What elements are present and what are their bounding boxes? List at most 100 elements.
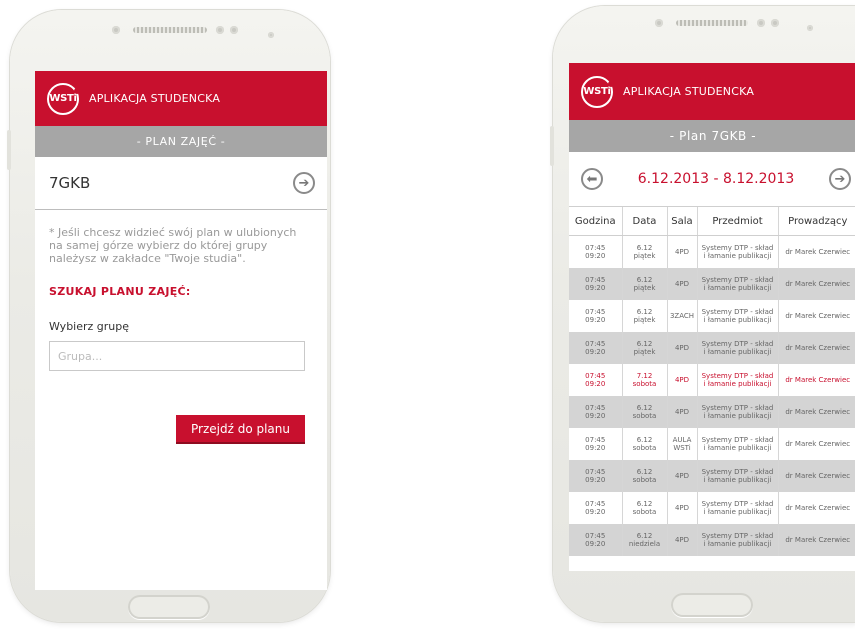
sensor-dot <box>757 19 765 27</box>
table-row[interactable]: 07:45 09:20 6.12 sobota AULA WSTi Systemy DTP … <box>569 428 855 460</box>
cell-room: 4PD <box>667 268 698 300</box>
col-header-subject[interactable]: Przedmiot <box>697 207 779 236</box>
cell-subject-text: Systemy DTP - skład <box>701 372 774 380</box>
cell-date-text: 6.12 <box>636 340 653 348</box>
cell-date: 6.12 piątek <box>622 300 668 332</box>
table-row[interactable]: 07:45 09:20 6.12 piątek 4PD Systemy DTP - skł… <box>569 235 855 269</box>
cell-date-text: 6.12 <box>636 404 653 412</box>
cell-room-text: WSTi <box>673 444 691 452</box>
cell-hour-text: 09:20 <box>585 348 606 356</box>
cell-subject: Systemy DTP - skład i łamanie publikacji <box>697 428 779 460</box>
table-row[interactable]: 07:45 09:20 6.12 niedziela 4PD Systemy DTP - … <box>569 524 855 556</box>
cell-room-text: 3ZACH <box>669 312 695 320</box>
cell-hour: 07:45 09:20 <box>569 492 623 524</box>
screen-right: WSTi APLIKACJA STUDENCKA - Plan 7GKB - ⬅… <box>569 63 855 571</box>
cell-subject-text: Systemy DTP - skład <box>701 340 774 348</box>
table-row[interactable]: 07:45 09:20 6.12 sobota 4PD Systemy DTP - skł… <box>569 492 855 524</box>
cell-subject-text: Systemy DTP - skład <box>701 468 774 476</box>
select-group-label: Wybierz grupę <box>49 320 130 333</box>
cell-date: 6.12 piątek <box>622 268 668 300</box>
cell-hour-text: 07:45 <box>585 404 606 412</box>
arrow-right-circle-icon[interactable]: ➔ <box>293 172 315 194</box>
cell-room-text: AULA <box>672 436 692 444</box>
volume-button <box>550 126 554 166</box>
cell-date-text: sobota <box>632 380 657 388</box>
cell-subject: Systemy DTP - skład i łamanie publikacji <box>697 396 779 428</box>
cell-subject: Systemy DTP - skład i łamanie publikacji <box>697 268 779 300</box>
wsti-logo[interactable]: WSTi <box>581 75 614 108</box>
cell-subject-text: i łamanie publikacji <box>703 252 772 260</box>
cell-subject-text: i łamanie publikacji <box>703 284 772 292</box>
arrow-left-circle-icon[interactable]: ⬅ <box>581 168 603 190</box>
cell-hour: 07:45 09:20 <box>569 364 623 396</box>
cell-room: 4PD <box>667 460 698 492</box>
cell-date-text: sobota <box>632 508 657 516</box>
cell-teacher-text: dr Marek Czerwiec <box>785 440 851 448</box>
cell-subject-text: i łamanie publikacji <box>703 380 772 388</box>
cell-hour-text: 07:45 <box>585 276 606 284</box>
phone-left: WSTi APLIKACJA STUDENCKA - PLAN ZAJĘĆ - … <box>7 10 330 622</box>
cell-room: 4PD <box>667 524 698 556</box>
table-row[interactable]: 07:45 09:20 6.12 sobota 4PD Systemy DTP - skł… <box>569 460 855 492</box>
arrow-right-circle-icon[interactable]: ➔ <box>829 168 851 190</box>
cell-subject-text: i łamanie publikacji <box>703 348 772 356</box>
cell-date-text: 6.12 <box>636 308 653 316</box>
cell-hour-text: 09:20 <box>585 412 606 420</box>
col-header-room[interactable]: Sala <box>667 207 698 236</box>
cell-subject-text: Systemy DTP - skład <box>701 244 774 252</box>
screen-left: WSTi APLIKACJA STUDENCKA - PLAN ZAJĘĆ - … <box>35 71 327 590</box>
earpiece <box>676 20 748 26</box>
front-camera <box>655 19 663 27</box>
cell-teacher: dr Marek Czerwiec <box>778 524 855 556</box>
search-heading: SZUKAJ PLANU ZAJĘĆ: <box>49 285 191 298</box>
earpiece <box>133 27 207 33</box>
cell-teacher: dr Marek Czerwiec <box>778 332 855 364</box>
group-search-input[interactable] <box>49 341 305 371</box>
col-header-hour[interactable]: Godzina <box>569 207 623 236</box>
cell-teacher-text: dr Marek Czerwiec <box>785 536 851 544</box>
cell-teacher-text: dr Marek Czerwiec <box>785 376 851 384</box>
cell-subject-text: Systemy DTP - skład <box>701 308 774 316</box>
cell-subject-text: i łamanie publikacji <box>703 476 772 484</box>
table-row[interactable]: 07:45 09:20 7.12 sobota 4PD Systemy DTP - skł… <box>569 364 855 396</box>
cell-hour-text: 07:45 <box>585 436 606 444</box>
col-header-date[interactable]: Data <box>622 207 668 236</box>
cell-teacher: dr Marek Czerwiec <box>778 300 855 332</box>
cell-date-text: 6.12 <box>636 500 653 508</box>
sensor-dot <box>771 19 779 27</box>
cell-hour: 07:45 09:20 <box>569 300 623 332</box>
app-title: APLIKACJA STUDENCKA <box>623 85 755 98</box>
cell-subject-text: Systemy DTP - skład <box>701 436 774 444</box>
table-row[interactable]: 07:45 09:20 6.12 sobota 4PD Systemy DTP - skł… <box>569 396 855 428</box>
cell-room-text: 4PD <box>674 344 690 352</box>
wsti-logo[interactable]: WSTi <box>47 82 80 115</box>
cell-date-text: sobota <box>632 412 657 420</box>
cell-room: 4PD <box>667 396 698 428</box>
cell-subject: Systemy DTP - skład i łamanie publikacji <box>697 460 779 492</box>
cell-date: 6.12 piątek <box>622 235 668 268</box>
cell-room-text: 4PD <box>674 248 690 256</box>
cell-room-text: 4PD <box>674 504 690 512</box>
table-row[interactable]: 07:45 09:20 6.12 piątek 3ZACH Systemy DTP - s… <box>569 300 855 332</box>
home-button[interactable] <box>128 595 210 619</box>
cell-date-text: piątek <box>633 284 656 292</box>
table-row[interactable]: 07:45 09:20 6.12 piątek 4PD Systemy DTP - skł… <box>569 332 855 364</box>
cell-teacher-text: dr Marek Czerwiec <box>785 312 851 320</box>
cell-hour: 07:45 09:20 <box>569 396 623 428</box>
cell-room: 4PD <box>667 364 698 396</box>
home-button[interactable] <box>671 593 753 617</box>
cell-subject-text: i łamanie publikacji <box>703 540 772 548</box>
go-to-plan-button[interactable]: Przejdź do planu <box>176 415 305 442</box>
favorite-group-row[interactable]: 7GKB ➔ <box>35 157 327 210</box>
cell-hour: 07:45 09:20 <box>569 460 623 492</box>
table-row[interactable]: 07:45 09:20 6.12 piątek 4PD Systemy DTP - skł… <box>569 268 855 300</box>
col-header-teacher[interactable]: Prowadzący <box>778 207 855 236</box>
cell-hour-text: 07:45 <box>585 340 606 348</box>
cell-date: 6.12 sobota <box>622 492 668 524</box>
cell-hour: 07:45 09:20 <box>569 268 623 300</box>
cell-hour-text: 07:45 <box>585 372 606 380</box>
cell-subject: Systemy DTP - skład i łamanie publikacji <box>697 364 779 396</box>
cell-subject-text: Systemy DTP - skład <box>701 404 774 412</box>
sensor-dot <box>216 26 224 34</box>
cell-teacher: dr Marek Czerwiec <box>778 236 855 269</box>
